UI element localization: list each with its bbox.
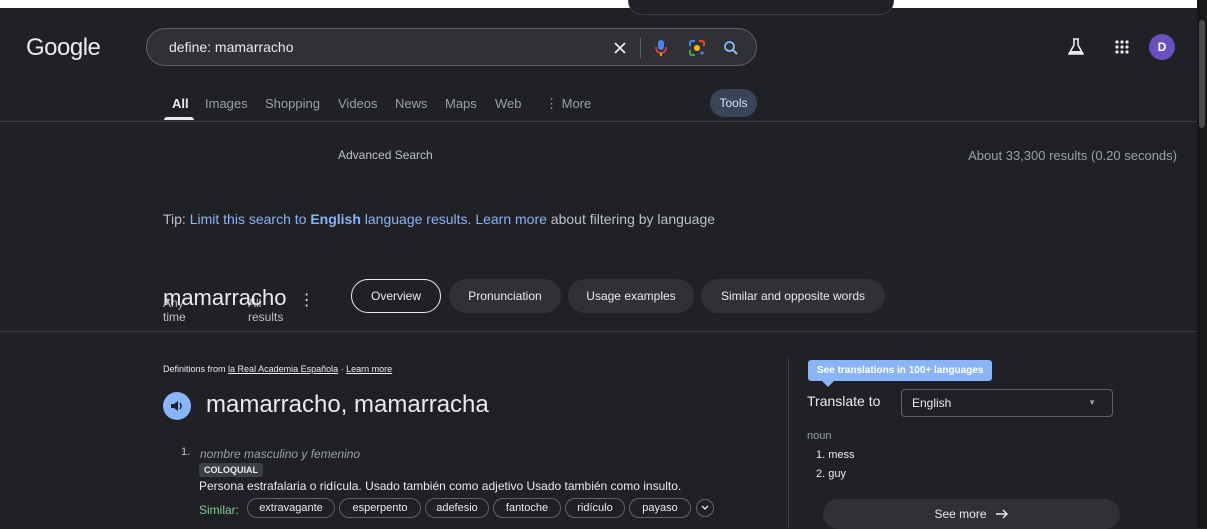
microphone-icon[interactable] [650,37,672,59]
translation-item[interactable]: 1. mess [816,449,855,461]
apps-grid-icon[interactable] [1114,39,1130,60]
similar-chip[interactable]: adefesio [425,498,489,518]
similar-chip[interactable]: fantoche [493,498,561,518]
see-more-button[interactable]: See more [823,499,1120,529]
result-stats: About 33,300 results (0.20 seconds) [968,148,1177,163]
similar-chip[interactable]: extravagante [247,498,335,518]
lens-icon[interactable] [686,37,708,59]
panel-divider [788,358,789,528]
tab-more[interactable]: ⋮ More [545,96,591,112]
similar-chip[interactable]: payaso [629,498,691,518]
translation-item[interactable]: 2. guy [816,468,846,480]
search-divider [640,38,641,58]
active-tab-indicator [164,117,194,120]
chevron-down-icon [701,505,709,510]
more-dots-icon: ⋮ [545,96,562,111]
advanced-search-link[interactable]: Advanced Search [338,148,433,162]
chip-overview[interactable]: Overview [351,279,441,313]
limit-language-link[interactable]: Limit this search to English language re… [190,211,472,227]
part-of-speech: nombre masculino y femenino [200,447,361,461]
dictionary-title: mamarracho ⋮ [163,285,315,310]
tab-web[interactable]: Web [495,96,522,111]
similar-chip[interactable]: ridículo [565,498,625,518]
header-divider [0,121,1197,122]
expand-similar-button[interactable] [696,499,714,517]
tab-videos[interactable]: Videos [338,96,378,111]
headword: mamarracho, mamarracha [206,391,489,418]
search-input[interactable] [167,38,611,56]
translation-pos: noun [807,430,832,442]
pronounce-speaker-icon[interactable] [163,392,191,420]
tab-all[interactable]: All [172,96,189,111]
tab-maps[interactable]: Maps [445,96,477,111]
definition-text: Persona estrafalaria o ridícula. Usado t… [199,479,682,493]
avatar[interactable]: D [1149,34,1175,60]
tab-shopping[interactable]: Shopping [265,96,320,111]
similar-chip[interactable]: esperpento [339,498,421,518]
top-strip [0,0,1207,15]
tools-button[interactable]: Tools [710,89,757,117]
chip-pronunciation[interactable]: Pronunciation [449,279,561,313]
definition-source: Definitions from la Real Academia Españo… [163,364,393,374]
chip-similar-opposite[interactable]: Similar and opposite words [701,279,885,313]
translations-tooltip[interactable]: See translations in 100+ languages [808,360,993,387]
similar-label: Similar: [199,503,240,517]
labs-flask-icon[interactable] [1067,38,1085,61]
language-tip: Tip: Limit this search to English langua… [163,211,716,227]
source-learn-more-link[interactable]: Learn more [346,364,392,374]
clear-icon[interactable] [609,37,631,59]
arrow-right-icon [995,509,1008,519]
window-notch [628,0,894,15]
translate-language-select[interactable]: English ▼ [901,389,1113,417]
chip-usage-examples[interactable]: Usage examples [568,279,694,313]
title-menu-icon[interactable]: ⋮ [299,292,315,309]
caret-down-icon: ▼ [1088,398,1096,407]
sense-number: 1. [181,446,191,458]
google-logo[interactable]: Google [26,34,101,62]
search-box[interactable] [146,28,757,66]
tab-images[interactable]: Images [205,96,248,111]
register-badge: COLOQUIAL [199,463,263,477]
source-link[interactable]: la Real Academia Española [228,364,338,374]
tip-learn-more-link[interactable]: Learn more [475,211,547,227]
section-divider [0,331,1197,332]
tab-news[interactable]: News [395,96,428,111]
translate-to-label: Translate to [807,393,881,409]
search-icon[interactable] [720,37,742,59]
scrollbar-thumb[interactable] [1199,20,1205,128]
